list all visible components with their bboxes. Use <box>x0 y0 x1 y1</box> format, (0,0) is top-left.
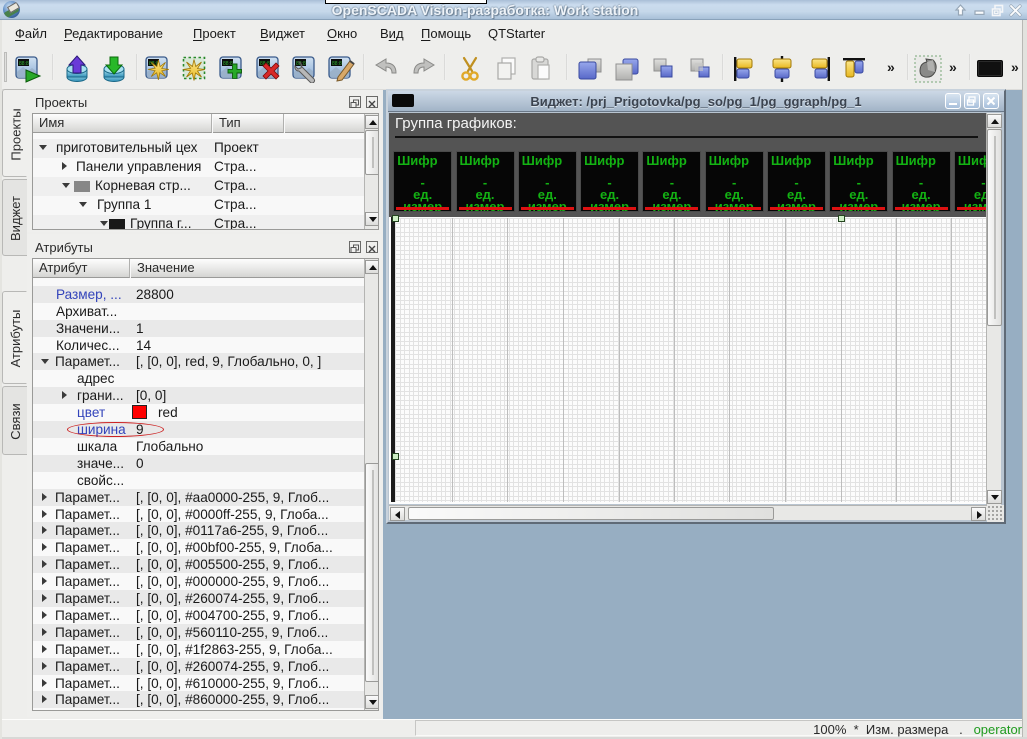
svg-text:88:8: 88:8 <box>19 61 29 67</box>
svg-text:88:8: 88:8 <box>223 61 233 67</box>
svg-text:88:8: 88:8 <box>332 61 342 67</box>
